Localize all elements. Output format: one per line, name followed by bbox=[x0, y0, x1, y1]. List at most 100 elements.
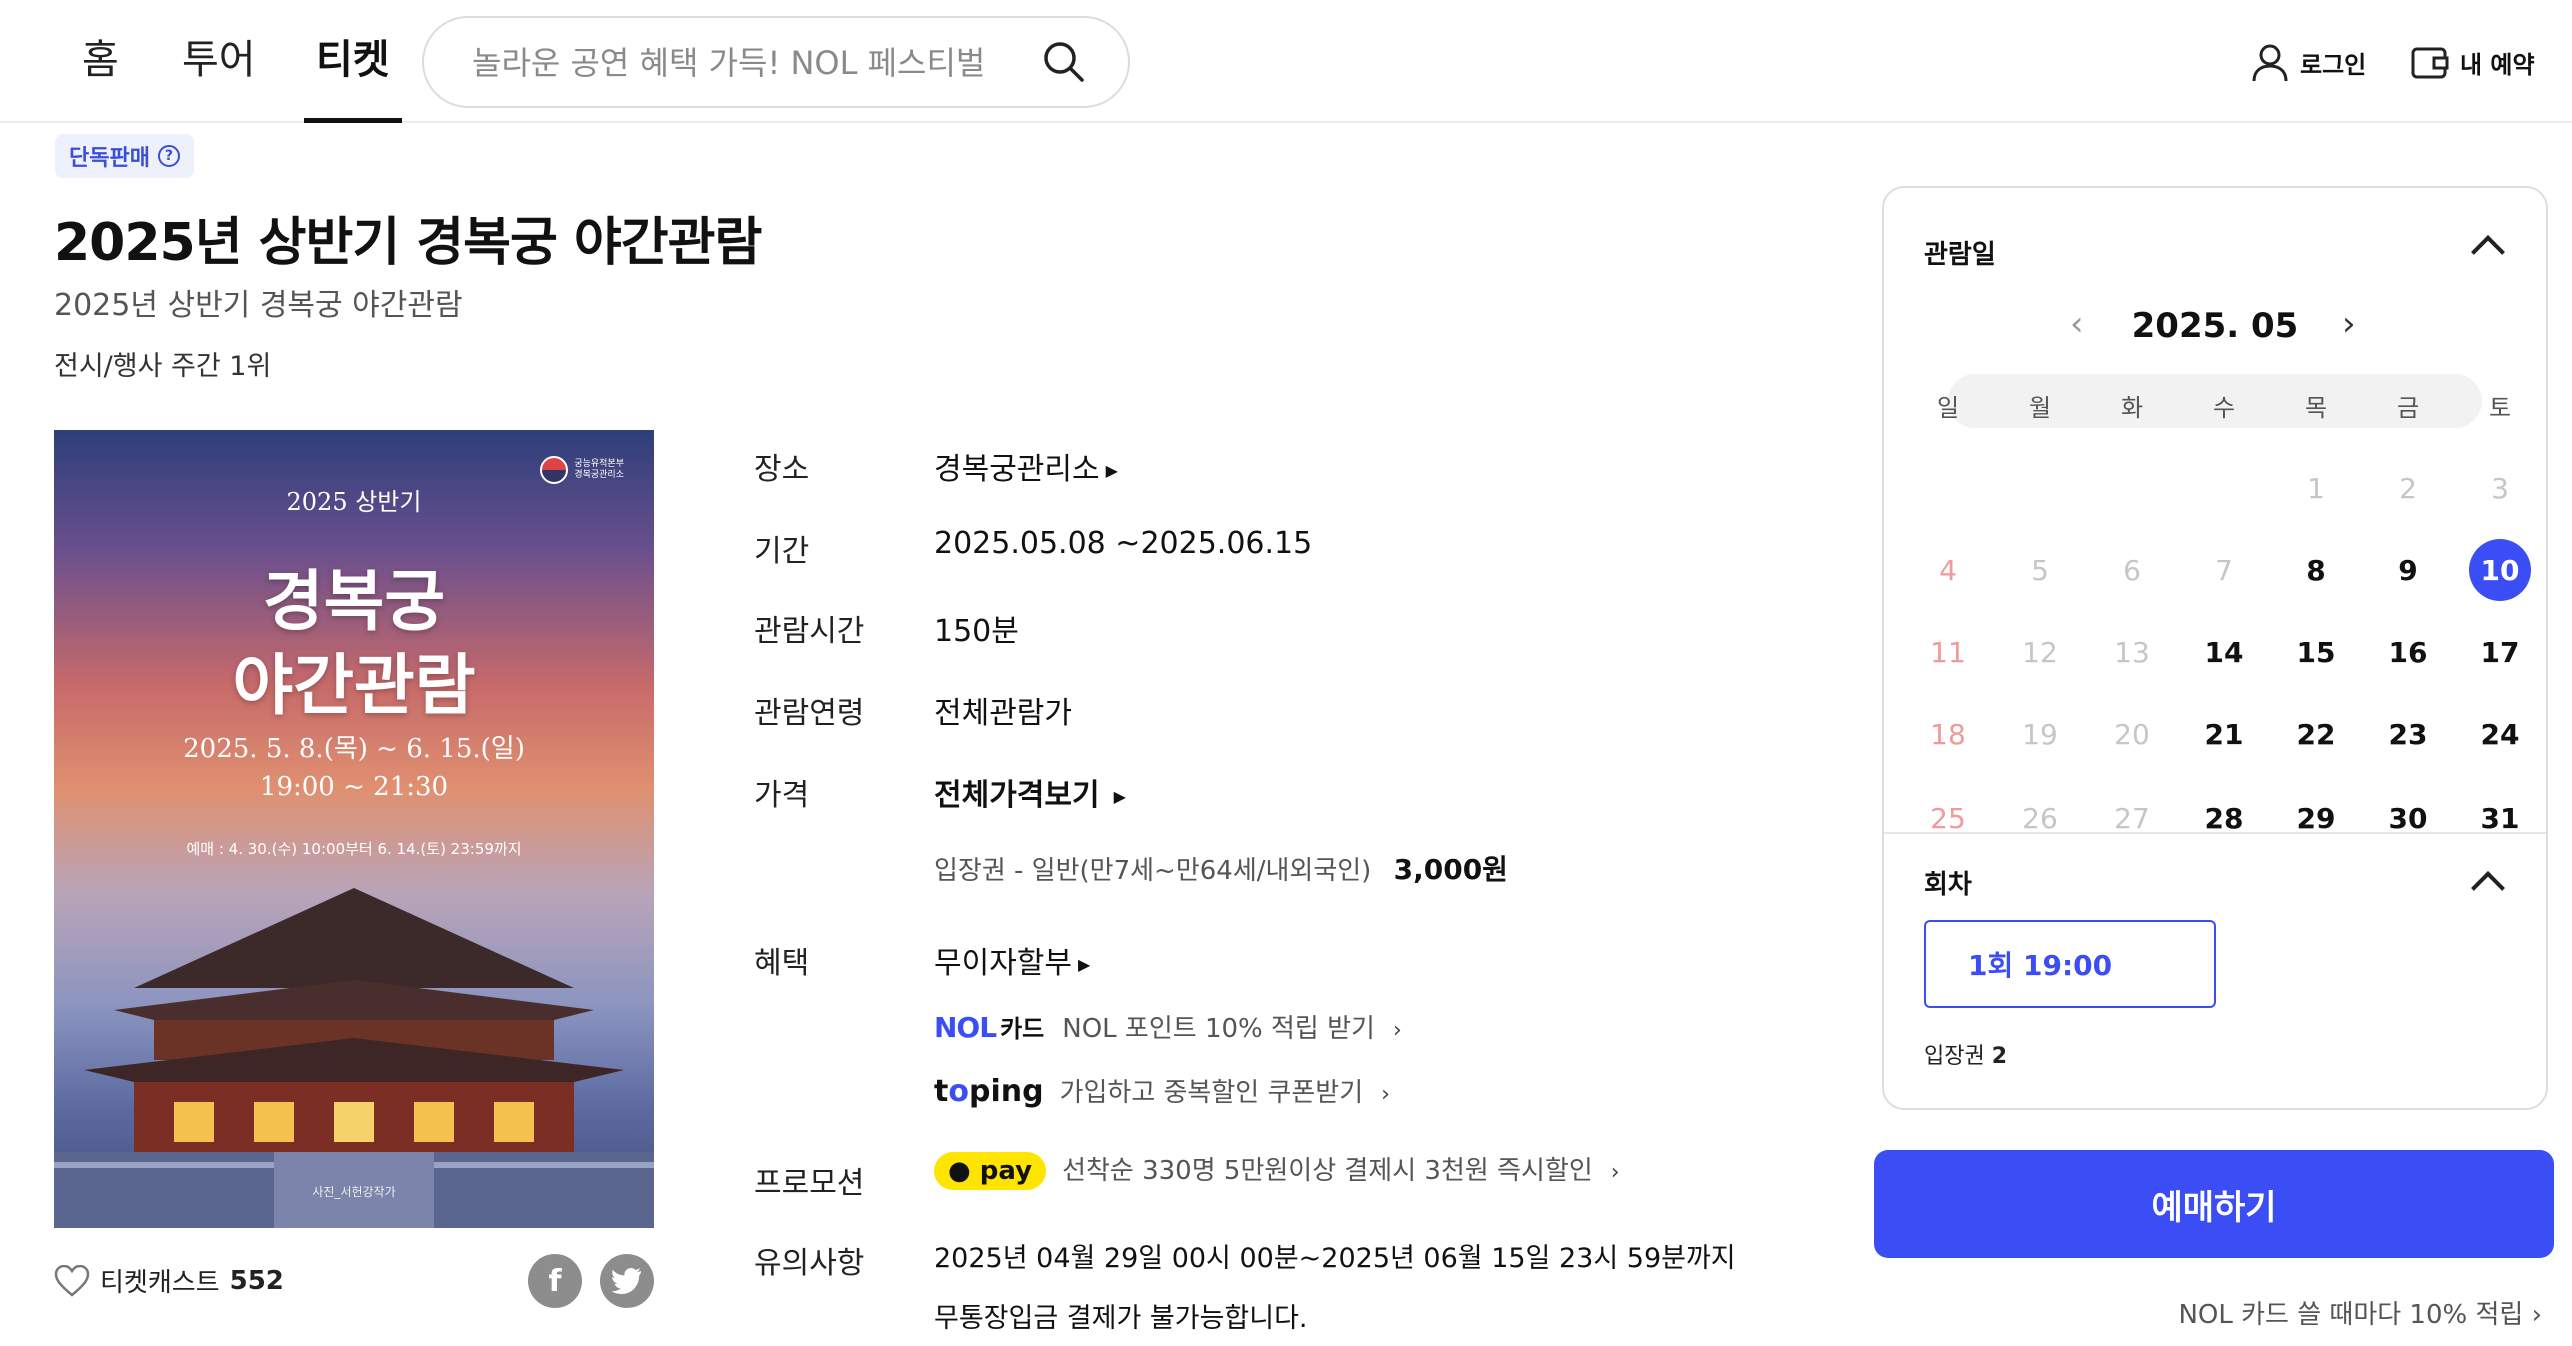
weekday-label: 수 bbox=[2212, 394, 2236, 422]
calendar-day: 3 bbox=[2491, 471, 2509, 505]
top-header: 홈 투어 티켓 로그인 내 예약 bbox=[0, 0, 2572, 123]
ranking-text: 전시/행사 주간 1위 bbox=[54, 351, 272, 382]
price-item: 입장권 - 일반(만7세~만64세/내외국인) bbox=[934, 856, 1372, 886]
calendar-day-selected[interactable]: 10 bbox=[2469, 539, 2531, 601]
calendar-day[interactable]: 8 bbox=[2285, 539, 2347, 601]
panel-divider bbox=[1884, 832, 2546, 834]
calendar-day[interactable]: 21 bbox=[2193, 703, 2255, 765]
calendar-day[interactable]: 30 bbox=[2377, 787, 2439, 849]
search-input[interactable] bbox=[472, 40, 1032, 86]
collapse-date-icon[interactable] bbox=[2471, 235, 2505, 269]
notice-line-1: 2025년 04월 29일 00시 00분~2025년 06월 15일 23시 … bbox=[934, 1243, 1736, 1274]
notice-label: 유의사항 bbox=[754, 1246, 865, 1281]
page-title: 2025년 상반기 경복궁 야간관람 bbox=[54, 213, 762, 273]
login-label: 로그인 bbox=[2300, 50, 2367, 79]
page-subtitle: 2025년 상반기 경복궁 야간관람 bbox=[54, 288, 463, 323]
calendar-day: 6 bbox=[2123, 553, 2141, 587]
promotion-text: 선착순 330명 5만원이상 결제시 3천원 즉시할인 bbox=[1062, 1156, 1593, 1186]
poster-time-line: 19:00 ~ 21:30 bbox=[259, 772, 449, 802]
view-all-prices-link[interactable]: 전체가격보기 ▶ bbox=[934, 770, 1126, 814]
date-section-title: 관람일 bbox=[1924, 240, 1996, 270]
venue-link[interactable]: 경복궁관리소 ▶ bbox=[934, 444, 1118, 488]
exclusive-badge[interactable]: 단독판매 ? bbox=[55, 134, 194, 178]
chevron-right-icon: › bbox=[1610, 1160, 1620, 1185]
arrow-right-icon: ▶ bbox=[1105, 461, 1118, 480]
weekday-label: 월 bbox=[2028, 394, 2052, 422]
question-icon: ? bbox=[157, 145, 180, 167]
calendar-day[interactable]: 14 bbox=[2193, 621, 2255, 683]
calendar-day[interactable]: 24 bbox=[2469, 703, 2531, 765]
toping-benefit[interactable]: toping 가입하고 중복할인 쿠폰받기 › bbox=[934, 1072, 1390, 1109]
price-value: 3,000원 bbox=[1393, 853, 1508, 886]
chevron-right-icon: › bbox=[1381, 1082, 1390, 1107]
installment-link[interactable]: 무이자할부 ▶ bbox=[934, 938, 1090, 982]
poster-dates: 2025. 5. 8.(목) ~ 6. 15.(일) 19:00 ~ 21:30 bbox=[54, 730, 654, 806]
duration-value: 150분 bbox=[934, 614, 1019, 649]
round-option-button[interactable]: 1회 19:00 bbox=[1924, 920, 2216, 1008]
calendar-day[interactable]: 17 bbox=[2469, 621, 2531, 683]
facebook-share-icon[interactable]: f bbox=[528, 1254, 582, 1308]
poster-title: 경복궁 야간관람 bbox=[54, 560, 654, 728]
tab-home[interactable]: 홈 bbox=[82, 30, 119, 123]
calendar-day: 25 bbox=[1930, 801, 1966, 835]
my-booking-button[interactable]: 내 예약 bbox=[2410, 40, 2535, 84]
weekday-label: 화 bbox=[2120, 394, 2144, 422]
exclusive-badge-label: 단독판매 bbox=[69, 146, 150, 171]
active-tab-indicator bbox=[304, 118, 402, 123]
weekday-label: 금 bbox=[2396, 394, 2420, 422]
duration-label: 관람시간 bbox=[754, 614, 865, 649]
org-line-2: 경복궁관리소 bbox=[574, 470, 624, 480]
calendar-day[interactable]: 9 bbox=[2377, 539, 2439, 601]
calendar-month: 2025. 05 bbox=[2131, 306, 2299, 346]
arrow-right-icon: ▶ bbox=[1078, 955, 1091, 974]
calendar-day: 1 bbox=[2307, 471, 2325, 505]
weekday-label: 일 bbox=[1936, 394, 1960, 422]
book-button[interactable]: 예매하기 bbox=[1874, 1150, 2554, 1258]
calendar-day[interactable]: 16 bbox=[2377, 621, 2439, 683]
period-value: 2025.05.08 ~2025.06.15 bbox=[934, 526, 1313, 561]
nol-card-promo-link[interactable]: NOL 카드 쓸 때마다 10% 적립 › bbox=[2178, 1294, 2542, 1331]
remaining-tickets: 입장권 2 bbox=[1924, 1038, 2007, 1070]
promotion-item[interactable]: ● pay 선착순 330명 5만원이상 결제시 3천원 즉시할인 › bbox=[934, 1150, 1620, 1190]
wallet-icon bbox=[2411, 47, 2449, 79]
collapse-round-icon[interactable] bbox=[2471, 871, 2505, 905]
booking-panel: 관람일 ‹ 2025. 05 › 일월화수목금토 1 2 3 4 5 6 7 8 9 10 11 12… bbox=[1882, 186, 2548, 1110]
poster-date-line: 2025. 5. 8.(목) ~ 6. 15.(일) bbox=[183, 734, 525, 764]
ticketcast[interactable]: 티켓캐스트 552 bbox=[54, 1262, 284, 1299]
ticketcast-label: 티켓캐스트 bbox=[100, 1268, 220, 1298]
poster-title-line-2: 야간관람 bbox=[232, 647, 476, 724]
calendar-day[interactable]: 31 bbox=[2469, 787, 2531, 849]
calendar-day[interactable]: 15 bbox=[2285, 621, 2347, 683]
nol-card-benefit[interactable]: NOL 카드 NOL 포인트 10% 적립 받기 › bbox=[934, 1008, 1402, 1045]
login-button[interactable]: 로그인 bbox=[2250, 40, 2366, 84]
search-icon[interactable] bbox=[1042, 40, 1086, 84]
palace-illustration bbox=[54, 888, 654, 1228]
kakao-pay-logo: ● pay bbox=[934, 1152, 1047, 1190]
calendar-day[interactable]: 29 bbox=[2285, 787, 2347, 849]
venue-value: 경복궁관리소 bbox=[934, 452, 1100, 487]
org-logo: 궁능유적본부 경복궁관리소 bbox=[540, 456, 624, 484]
calendar-day[interactable]: 22 bbox=[2285, 703, 2347, 765]
calendar-day: 2 bbox=[2399, 471, 2417, 505]
calendar-day: 7 bbox=[2215, 553, 2233, 587]
next-month-button[interactable]: › bbox=[2342, 304, 2356, 344]
installment-value: 무이자할부 bbox=[934, 946, 1072, 981]
twitter-share-icon[interactable] bbox=[600, 1254, 654, 1308]
nol-logo: NOL bbox=[934, 1011, 997, 1044]
poster-title-line-1: 경복궁 bbox=[262, 563, 446, 640]
search-bar bbox=[422, 16, 1130, 108]
calendar-day[interactable]: 28 bbox=[2193, 787, 2255, 849]
period-label: 기간 bbox=[754, 534, 810, 569]
calendar-day: 20 bbox=[2114, 717, 2150, 751]
poster-year: 2025 상반기 bbox=[286, 488, 422, 516]
user-icon bbox=[2252, 44, 2288, 82]
ticket-count: 2 bbox=[1991, 1044, 2008, 1069]
calendar-day: 12 bbox=[2022, 635, 2058, 669]
calendar-day[interactable]: 23 bbox=[2377, 703, 2439, 765]
ticket-label: 입장권 bbox=[1924, 1044, 1985, 1069]
calendar-day: 4 bbox=[1939, 553, 1957, 587]
tab-ticket[interactable]: 티켓 bbox=[316, 30, 390, 123]
heart-icon[interactable] bbox=[54, 1264, 90, 1297]
tab-tour[interactable]: 투어 bbox=[182, 30, 256, 123]
twitter-bird-icon bbox=[612, 1268, 641, 1294]
